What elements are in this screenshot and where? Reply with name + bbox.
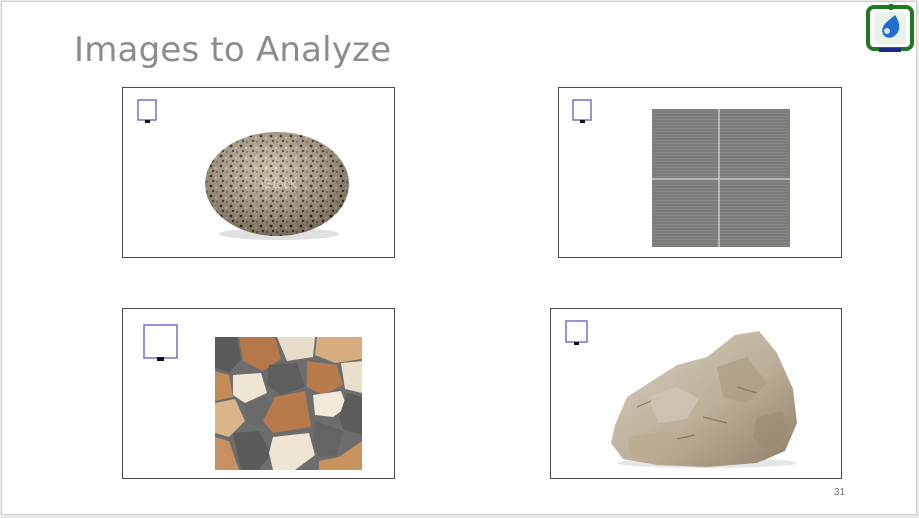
image-panel-gray-tiles bbox=[558, 87, 842, 258]
slide-title: Images to Analyze bbox=[74, 30, 392, 70]
paint-bucket-logo-icon bbox=[866, 4, 914, 52]
limestone-rock-image bbox=[611, 331, 797, 468]
watermark-text: iStock bbox=[261, 176, 297, 191]
page-number: 31 bbox=[834, 487, 846, 498]
image-panel-granite-stone: iStock bbox=[122, 87, 395, 258]
gray-tile-image bbox=[652, 109, 790, 247]
checkbox-icon[interactable] bbox=[571, 98, 595, 126]
granite-stone-image: iStock bbox=[205, 132, 349, 240]
checkbox-icon[interactable] bbox=[142, 323, 180, 363]
checkbox-icon[interactable] bbox=[136, 98, 160, 126]
flagstone-tile-image bbox=[215, 337, 362, 470]
image-panel-rock bbox=[550, 308, 842, 479]
checkbox-icon[interactable] bbox=[564, 319, 590, 347]
image-panel-flagstone bbox=[122, 308, 395, 479]
slide: Images to Analyze iStock 31 bbox=[1, 1, 917, 515]
